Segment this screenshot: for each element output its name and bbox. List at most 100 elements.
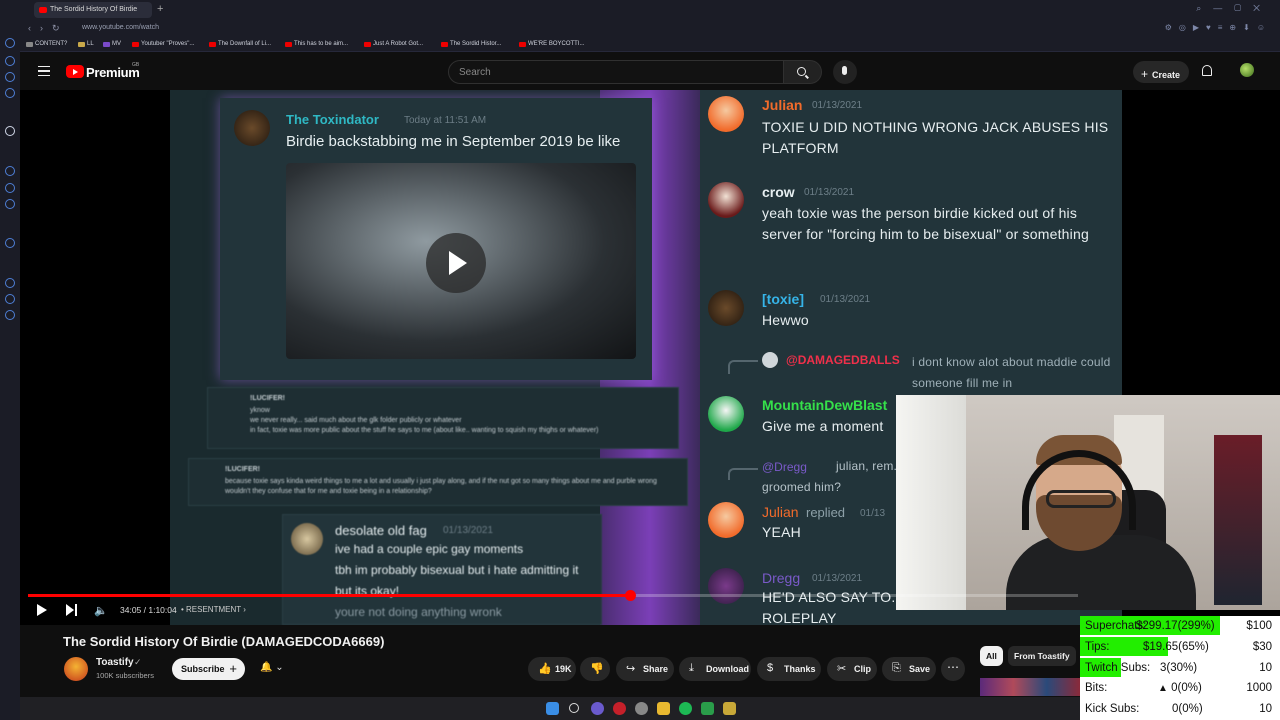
bookmark-item[interactable]: Just A Robot Got... <box>364 41 423 47</box>
youtube-favicon-icon <box>39 7 47 13</box>
dregg-avatar <box>708 568 744 604</box>
clip-button[interactable]: ✂ Clip <box>827 657 877 681</box>
thanks-icon: $ <box>767 662 774 674</box>
bookmark-item[interactable]: WE'RE BOYCOTTI... <box>519 41 584 47</box>
notifications-button[interactable]: 🔔 ⌄ <box>252 658 298 680</box>
share-label: Share <box>643 664 669 674</box>
embedded-video <box>286 163 636 359</box>
message-text: because toxie says kinda weird things to… <box>225 478 657 495</box>
next-video-icon[interactable] <box>66 604 78 616</box>
aria-icon[interactable] <box>5 126 15 136</box>
workspace-icon[interactable] <box>5 38 15 48</box>
player-icon[interactable] <box>5 238 15 248</box>
bookmark-item[interactable]: MV <box>103 41 121 47</box>
chat-author: Julian <box>762 97 803 113</box>
opera-icon[interactable] <box>613 702 626 715</box>
settings-icon[interactable] <box>5 310 15 320</box>
bookmark-item[interactable]: The Sordid Histor... <box>441 41 501 47</box>
chat-author: [toxie] <box>762 291 804 307</box>
bookmarks-bar: CONTENT? LL MV Youtuber "Proves"... The … <box>20 38 1280 52</box>
progress-bar[interactable] <box>28 590 1078 601</box>
create-button[interactable]: + Create <box>1133 61 1189 83</box>
verified-check-icon: ✓ <box>134 657 142 667</box>
goal-target: $30 <box>1252 640 1272 653</box>
bookmark-item[interactable]: Youtuber "Proves"... <box>132 41 194 47</box>
file-explorer-icon[interactable] <box>657 702 670 715</box>
crow-avatar <box>708 182 744 218</box>
volume-icon[interactable]: 🔈 <box>94 604 108 617</box>
search-button[interactable] <box>784 60 822 84</box>
channel-avatar[interactable] <box>64 657 88 681</box>
save-label: Save <box>909 664 931 674</box>
save-button[interactable]: ⎘ Save <box>882 657 936 681</box>
bookmark-item[interactable]: This has to be aim... <box>285 41 348 47</box>
clock-icon[interactable] <box>5 278 15 288</box>
more-actions-icon[interactable]: ⋯ <box>941 657 965 681</box>
thumbs-down-icon: 👎 <box>590 663 604 675</box>
subscribe-label: Subscribe <box>181 664 225 674</box>
extensions-icon[interactable]: ⚙◎▶♥≡⊕⬇☺ <box>1165 23 1272 32</box>
share-icon: ↪ <box>626 663 636 675</box>
search-icon <box>797 67 806 76</box>
account-avatar[interactable] <box>1240 63 1254 77</box>
app-icon[interactable] <box>723 702 736 715</box>
tabs-icon[interactable] <box>5 88 15 98</box>
dislike-button[interactable]: 👎 <box>580 657 610 681</box>
chat-text: Give me a moment <box>762 418 884 434</box>
youtube-logo-icon[interactable] <box>66 65 84 78</box>
chat-text: Hewwo <box>762 312 809 328</box>
xbox-icon[interactable] <box>701 702 714 715</box>
url-field[interactable]: www.youtube.com/watch <box>82 24 159 31</box>
browser-icon[interactable] <box>635 702 648 715</box>
chat-timestamp: 01/13/2021 <box>812 100 863 111</box>
scrubber-handle[interactable] <box>624 590 636 601</box>
share-button[interactable]: ↪ Share <box>616 657 674 681</box>
bookmark-item[interactable]: LL <box>78 41 94 47</box>
channel-name[interactable]: Toastify <box>96 657 134 668</box>
play-icon[interactable] <box>37 604 47 616</box>
twitch-icon[interactable] <box>5 166 15 176</box>
scissors-icon: ✂ <box>837 663 847 675</box>
hamburger-menu-icon[interactable] <box>38 66 50 76</box>
messenger-icon[interactable] <box>5 183 15 193</box>
nav-buttons-icon[interactable]: ‹›↻ <box>28 23 69 34</box>
new-tab-icon[interactable]: + <box>157 3 163 15</box>
thanks-button[interactable]: $ Thanks <box>757 657 821 681</box>
goal-target: 10 <box>1259 703 1272 716</box>
download-button[interactable]: ⤓ Download <box>679 657 751 681</box>
toxie-avatar <box>708 290 744 326</box>
plus-icon: + <box>1141 67 1149 81</box>
download-icon[interactable] <box>5 294 15 304</box>
lucifer-message-1: !LUCIFER! yknow we never really... said … <box>207 387 679 449</box>
chip-all[interactable]: All <box>980 646 1003 666</box>
subscribe-button[interactable]: Subscribe + <box>172 658 245 680</box>
search-input[interactable]: Search <box>448 60 784 84</box>
history-icon[interactable] <box>5 56 15 66</box>
wallet-icon[interactable] <box>5 72 15 82</box>
chat-author: crow <box>762 184 795 200</box>
webcam-window <box>896 395 966 610</box>
chapter-label[interactable]: • RESENTMENT › <box>181 605 246 614</box>
window-controls[interactable]: ⌕—▢✕ <box>1196 3 1272 14</box>
bookmark-item[interactable]: CONTENT? <box>26 41 67 47</box>
message-line: youre not doing anything wronk <box>335 605 502 619</box>
clip-label: Clip <box>854 664 871 674</box>
chat-text: yeah toxie was the person birdie kicked … <box>762 205 1089 242</box>
recommended-thumbnail[interactable] <box>980 678 1080 696</box>
notifications-bell-icon[interactable] <box>1202 65 1212 76</box>
message-text: Birdie backstabbing me in September 2019… <box>286 133 621 150</box>
plus-icon: + <box>229 661 237 676</box>
app-icon[interactable] <box>591 702 604 715</box>
message-timestamp: Today at 11:51 AM <box>404 115 487 126</box>
youtube-header: Premium GB Search + Create <box>20 53 1280 90</box>
spotify-icon[interactable] <box>679 702 692 715</box>
active-tab[interactable]: The Sordid History Of Birdie <box>34 2 152 18</box>
like-button[interactable]: 👍 19K <box>528 657 576 681</box>
start-menu-icon[interactable] <box>546 702 559 715</box>
voice-search-mic-icon[interactable] <box>833 60 857 84</box>
taskbar-search-icon[interactable] <box>569 703 579 713</box>
instagram-icon[interactable] <box>5 199 15 209</box>
bookmark-item[interactable]: The Downfall of Li... <box>209 41 271 47</box>
chat-text: TOXIE U DID NOTHING WRONG JACK ABUSES HI… <box>762 119 1109 156</box>
chip-from-channel[interactable]: From Toastify <box>1008 646 1076 666</box>
